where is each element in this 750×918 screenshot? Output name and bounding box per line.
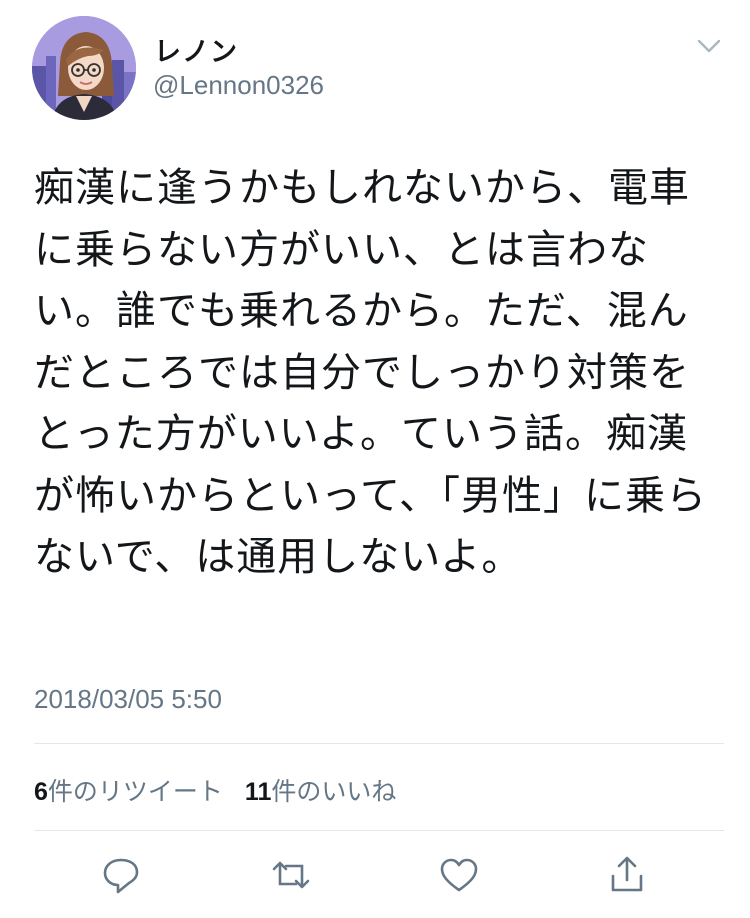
tweet-card: レノン @Lennon0326 痴漢に逢うかもしれないから、電車に乗らない方がい… (0, 0, 750, 918)
likes-stat[interactable]: 11件のいいね (245, 772, 396, 808)
retweets-count: 6 (34, 778, 48, 806)
avatar-image (32, 16, 136, 120)
retweets-label: 件のリツイート (47, 777, 223, 806)
likes-label: 件のいいね (271, 777, 397, 806)
user-handle[interactable]: @Lennon0326 (153, 70, 324, 101)
avatar[interactable] (32, 16, 136, 120)
chevron-down-icon[interactable] (696, 36, 722, 56)
tweet-timestamp: 2018/03/05 5:50 (34, 684, 222, 714)
tweet-stats: 6件のリツイート 11件のいいね (34, 772, 418, 808)
retweets-stat[interactable]: 6件のリツイート (34, 772, 223, 808)
reply-icon[interactable] (98, 852, 144, 898)
divider (34, 743, 724, 744)
tweet-text: 痴漢に逢うかもしれないから、電車に乗らない方がいい、とは言わない。誰でも乗れるか… (34, 165, 707, 580)
display-name[interactable]: レノン (154, 30, 238, 69)
likes-count: 11 (244, 778, 272, 806)
retweet-icon[interactable] (268, 852, 314, 898)
heart-icon[interactable] (436, 852, 482, 898)
share-icon[interactable] (604, 852, 650, 898)
divider (34, 830, 724, 831)
